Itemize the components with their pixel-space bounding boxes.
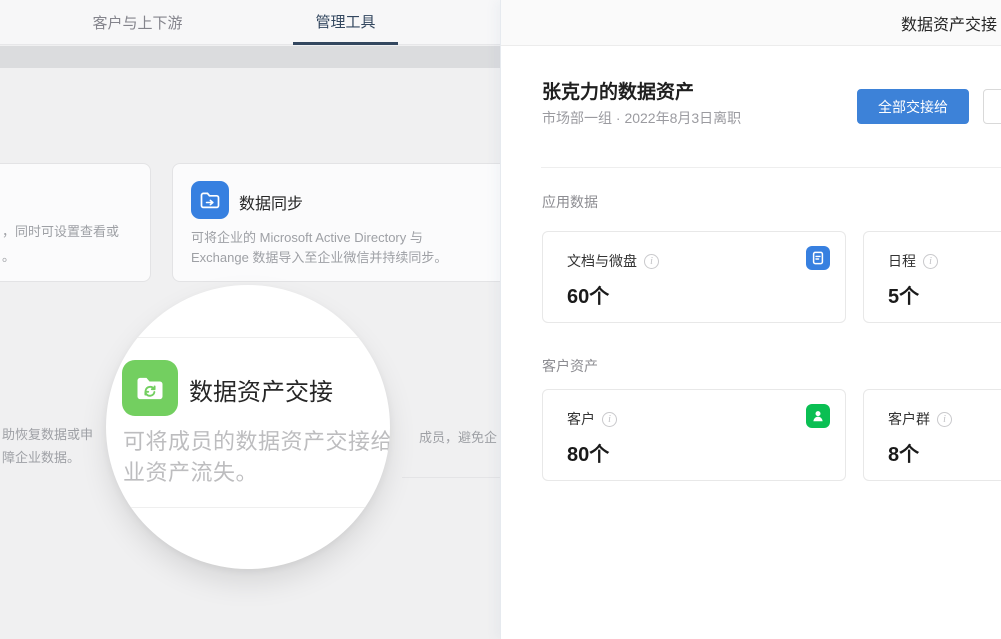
info-icon[interactable]: i xyxy=(602,412,617,427)
data-sync-desc-line2: Exchange 数据导入至企业微信并持续同步。 xyxy=(191,248,511,268)
magnified-card-divider-top xyxy=(106,337,390,338)
page-subheader-band xyxy=(0,46,501,68)
panel-header-title: 数据资产交接 xyxy=(901,0,997,46)
restore-card-desc-line2: 障企业数据。 xyxy=(2,447,80,466)
stat-name-docs-drive: 文档与微盘 xyxy=(567,251,637,271)
stat-card-schedule[interactable]: 日程 i 5个 xyxy=(863,231,1001,323)
stat-card-customer-groups[interactable]: 客户群 i 8个 xyxy=(863,389,1001,481)
magnified-card-divider-bottom xyxy=(106,507,390,508)
partial-card-desc-line1: ，同时可设置查看或 xyxy=(2,221,119,240)
handover-all-button[interactable]: 全部交接给 xyxy=(857,89,969,124)
panel-header: 数据资产交接 xyxy=(501,0,1001,46)
data-sync-title: 数据同步 xyxy=(239,190,303,214)
section-label-app-data: 应用数据 xyxy=(542,192,598,212)
owner-assets-title: 张克力的数据资产 xyxy=(542,77,694,104)
partial-card-desc-line2: 。 xyxy=(2,246,15,265)
stat-value-customers: 80个 xyxy=(567,438,609,467)
stat-value-docs-drive: 60个 xyxy=(567,280,609,309)
admin-tools-page: 客户与上下游 管理工具 ，同时可设置查看或 。 数据同步 可将企业的 Micro… xyxy=(0,0,501,639)
magnified-handover-desc-line1: 可将成员的数据资产交接给其他成员，避免企 xyxy=(123,424,390,456)
info-icon[interactable]: i xyxy=(937,412,952,427)
folder-sync-green-icon xyxy=(122,360,178,416)
stat-name-customer-groups: 客户群 xyxy=(888,409,930,429)
folder-sync-blue-icon xyxy=(191,181,229,219)
stat-value-customer-groups: 8个 xyxy=(888,438,919,467)
secondary-button[interactable] xyxy=(983,89,1001,124)
stat-name-schedule: 日程 xyxy=(888,251,916,271)
document-icon xyxy=(806,246,830,270)
stat-card-docs-drive[interactable]: 文档与微盘 i 60个 xyxy=(542,231,846,323)
tab-customers-upstream[interactable]: 客户与上下游 xyxy=(70,0,205,45)
card-bottom-border-fragment xyxy=(402,477,501,478)
section-label-customer-assets: 客户资产 xyxy=(542,356,598,376)
magnified-handover-desc-line2: 业资产流失。 xyxy=(123,455,258,487)
magnified-handover-title: 数据资产交接 xyxy=(189,372,333,407)
magnifier-circle: 数据资产交接 可将成员的数据资产交接给其他成员，避免企 业资产流失。 xyxy=(106,285,390,569)
data-sync-description: 可将企业的 Microsoft Active Directory 与 Excha… xyxy=(191,228,511,268)
stat-card-customers[interactable]: 客户 i 80个 xyxy=(542,389,846,481)
handover-card-desc-fragment: 成员，避免企 xyxy=(419,427,497,446)
stat-name-customers: 客户 xyxy=(567,409,595,429)
stat-value-schedule: 5个 xyxy=(888,280,919,309)
handover-detail-panel: 数据资产交接 张克力的数据资产 市场部一组 · 2022年8月3日离职 全部交接… xyxy=(500,0,1001,639)
owner-department-and-leave-date: 市场部一组 · 2022年8月3日离职 xyxy=(542,108,741,128)
restore-card-desc-line1: 助恢复数据或申 xyxy=(2,424,93,443)
data-sync-desc-line1: 可将企业的 Microsoft Active Directory 与 xyxy=(191,228,511,248)
info-icon[interactable]: i xyxy=(644,254,659,269)
header-divider xyxy=(541,167,1001,168)
tab-admin-tools[interactable]: 管理工具 xyxy=(293,0,398,45)
screen: 客户与上下游 管理工具 ，同时可设置查看或 。 数据同步 可将企业的 Micro… xyxy=(0,0,1001,639)
person-icon xyxy=(806,404,830,428)
top-tab-bar: 客户与上下游 管理工具 xyxy=(0,0,501,45)
info-icon[interactable]: i xyxy=(923,254,938,269)
feature-card-data-sync[interactable]: 数据同步 可将企业的 Microsoft Active Directory 与 … xyxy=(172,163,516,282)
